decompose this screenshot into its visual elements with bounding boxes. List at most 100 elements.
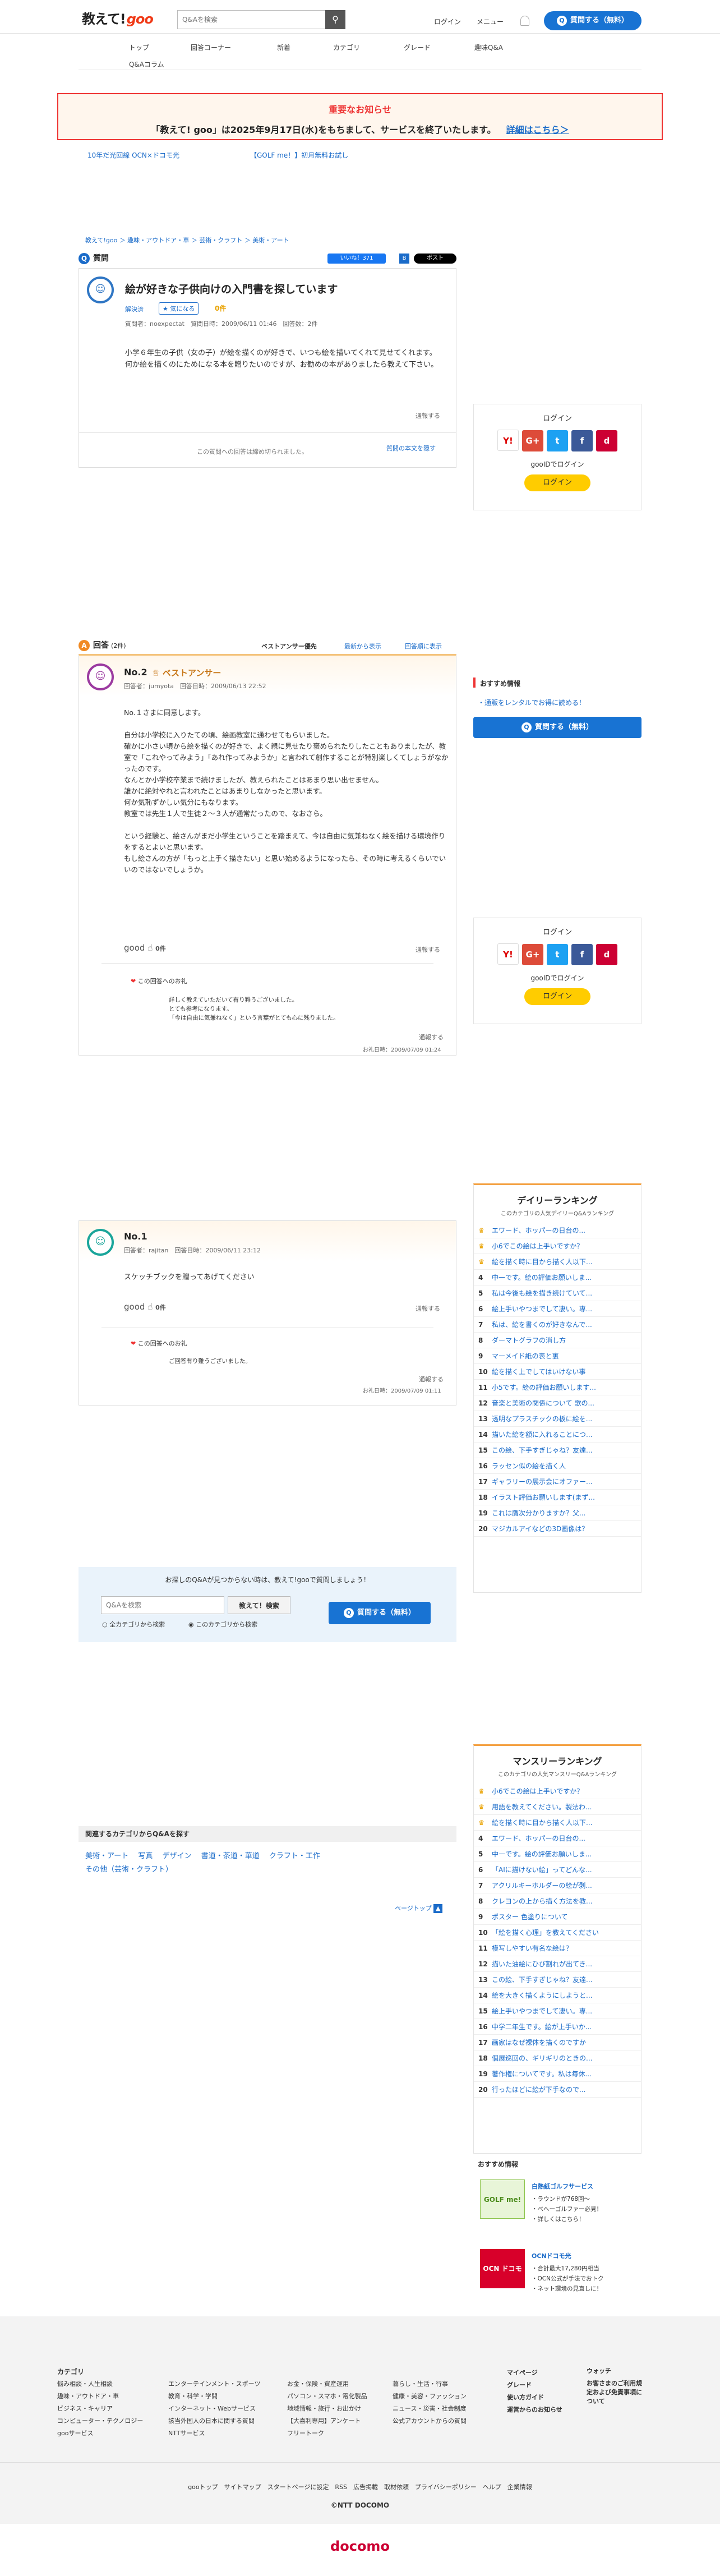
ranking-link[interactable]: 絵上手いやつまでして凄い。専... [492,1305,592,1313]
like-button[interactable]: いいね！371 [327,254,386,264]
ranking-link[interactable]: 絵上手いやつまでして凄い。専... [492,2007,592,2015]
twitter-login-icon[interactable]: t [547,944,568,965]
ranking-link[interactable]: 小5です。絵の評価お願いします... [492,1384,596,1391]
ranking-link[interactable]: 絵を描く上でしてはいけない事 [492,1368,585,1376]
ranking-link[interactable]: この絵、下手すぎじゃね？友達... [492,1976,592,1984]
ranking-item[interactable]: 15 この絵、下手すぎじゃね？友達... [474,1443,641,1458]
ranking-link[interactable]: これは贋次分かりますか？父... [492,1509,585,1517]
ranking-link[interactable]: この絵、下手すぎじゃね？友達... [492,1446,592,1454]
ranking-item[interactable]: 5 私は今後も絵を描き続けていて... [474,1285,641,1301]
ranking-link[interactable]: マーメイド紙の表と裏 [492,1352,559,1360]
ranking-item[interactable]: 14 絵を大きく描くようにしようと... [474,1988,641,2003]
ranking-item[interactable]: 20 行ったほどに絵が下手なので... [474,2082,641,2098]
ranking-link[interactable]: 小6でこの絵は上手いですか？ [492,1787,583,1795]
ranking-link[interactable]: イラスト評価お願いします(まず... [492,1494,595,1501]
yahoo-login-icon[interactable]: Y! [497,943,519,965]
ranking-item[interactable]: 11 模写しやすい有名な絵は？ [474,1941,641,1956]
sort-latest-tab[interactable]: 最新から表示 [344,642,381,651]
header-menu-link[interactable]: メニュー [477,17,504,26]
search-icon[interactable]: ⚲ [325,10,345,29]
docomo-login-icon[interactable]: d [596,944,617,965]
report-link[interactable]: 通報する [419,1033,444,1042]
notice-detail-link[interactable]: 詳細はこちら＞ [506,125,569,135]
related-link[interactable]: 書道・茶道・華道 [201,1852,260,1860]
nav-grade[interactable]: グレード [404,43,431,52]
ranking-item[interactable]: 20 マジカルアイなどの3D画像は？ [474,1521,641,1537]
hide-question-link[interactable]: 質問の本文を隠す [386,444,436,453]
ranking-link[interactable]: 私は今後も絵を描き続けていて... [492,1289,592,1297]
ranking-item[interactable]: 13 透明なプラスチックの板に絵を... [474,1411,641,1427]
good-button[interactable]: good ☝ 0件 [124,943,166,953]
ranking-link[interactable]: 画家はなぜ裸体を描くのですか [492,2039,586,2047]
footer-bottom-links[interactable]: gooトップ サイトマップ スタートページに設定 RSS 広告掲載 取材依頼 プ… [0,2482,720,2491]
ranking-link[interactable]: ポスター 色塗りについて [492,1913,567,1921]
related-link[interactable]: デザイン [163,1852,192,1860]
related-link[interactable]: 写真 [138,1852,153,1860]
ranking-link[interactable]: 模写しやすい有名な絵は？ [492,1944,573,1952]
related-link[interactable]: 美術・アート [85,1852,128,1860]
ranking-link[interactable]: 描いた絵を額に入れることにつ... [492,1431,592,1439]
ranking-link[interactable]: 透明なプラスチックの板に絵を... [492,1415,592,1423]
breadcrumb[interactable]: 教えて!goo ＞ 趣味・アウトドア・車 ＞ 芸術・クラフト ＞ 美術・アート [85,236,289,245]
ranking-link[interactable]: 小6でこの絵は上手いですか？ [492,1242,583,1250]
report-link[interactable]: 通報する [416,945,440,954]
ranking-link[interactable]: ギャラリーの展示会にオファー... [492,1478,592,1486]
prompt-search-input[interactable] [101,1596,224,1614]
ranking-item[interactable]: 7 私は、絵を書くのが好きなんで... [474,1317,641,1333]
ranking-item[interactable]: 10 絵を描く上でしてはいけない事 [474,1364,641,1380]
ranking-item[interactable]: 5 中一です。絵の評価お願いしま... [474,1846,641,1862]
ranking-link[interactable]: 中一です。絵の評価お願いしま... [492,1850,592,1858]
ranking-link[interactable]: クレヨンの上から描く方法を教... [492,1897,592,1905]
site-logo[interactable]: 教えて!goo [82,8,154,27]
facebook-login-icon[interactable]: f [571,430,593,451]
ad-link-golf[interactable]: 【GOLF me！】初月無料お試し [250,150,348,160]
ranking-item[interactable]: ♛ 用語を教えてください。製法わ... [474,1799,641,1815]
ranking-link[interactable]: 「絵を描く心理」を教えてください [492,1929,599,1937]
prompt-search-button[interactable]: 教えて！検索 [228,1596,290,1614]
ranking-item[interactable]: 16 ラッセン似の絵を描く人 [474,1458,641,1474]
report-link[interactable]: 通報する [416,411,440,420]
good-button[interactable]: good ☝ 0件 [124,1302,166,1312]
ranking-item[interactable]: ♛ エワード、ホッパーの日台の... [474,1223,641,1238]
ranking-link[interactable]: エワード、ホッパーの日台の... [492,1835,585,1842]
ranking-link[interactable]: 描いた油絵にひび割れが出てき... [492,1960,592,1968]
ranking-link[interactable]: 個展巡回の、ギリギリのときの... [492,2054,592,2062]
report-link[interactable]: 通報する [419,1375,444,1384]
pagetop-link[interactable]: ページトップ ▲ [395,1904,443,1913]
yahoo-login-icon[interactable]: Y! [497,430,519,451]
ranking-item[interactable]: 14 描いた絵を額に入れることにつ... [474,1427,641,1443]
header-login-link[interactable]: ログイン [434,17,461,26]
docomo-login-icon[interactable]: d [596,430,617,451]
tweet-button[interactable]: ポスト [414,254,456,264]
ranking-link[interactable]: アクリルキーホルダーの絵が剥... [492,1882,592,1890]
ranking-link[interactable]: 絵を描く時に目から描く人以下... [492,1258,592,1266]
google-login-icon[interactable]: G+ [522,430,543,451]
ranking-item[interactable]: 18 イラスト評価お願いします(まず... [474,1490,641,1505]
osusume-ocn-head[interactable]: OCNドコモ光 [532,2251,571,2260]
ranking-item[interactable]: 12 描いた油絵にひび割れが出てき... [474,1956,641,1972]
ranking-item[interactable]: 19 これは贋次分かりますか？父... [474,1505,641,1521]
related-link[interactable]: クラフト・工作 [269,1852,320,1860]
ranking-item[interactable]: 18 個展巡回の、ギリギリのときの... [474,2050,641,2066]
nav-answer-corner[interactable]: 回答コーナー [191,43,231,52]
ranking-link[interactable]: 音楽と美術の関係について 歌の... [492,1399,594,1407]
docomo-logo[interactable]: docomo [0,2538,720,2554]
bookmark-icon[interactable]: B [399,254,409,264]
nav-new[interactable]: 新着 [277,43,290,52]
twitter-login-icon[interactable]: t [547,430,568,451]
ranking-item[interactable]: 11 小5です。絵の評価お願いします... [474,1380,641,1395]
ranking-item[interactable]: 4 中一です。絵の評価お願いしま... [474,1270,641,1285]
golf-banner-image[interactable]: GOLF me! [480,2179,525,2219]
ranking-item[interactable]: ♛ 絵を描く時に目から描く人以下... [474,1815,641,1831]
sort-best-tab[interactable]: ベストアンサー優先 [261,642,317,651]
related-link[interactable]: その他（芸術・クラフト） [85,1865,173,1874]
ranking-link[interactable]: 「AIに描けない絵」ってどんな... [492,1866,592,1874]
ranking-item[interactable]: ♛ 小6でこの絵は上手いですか？ [474,1238,641,1254]
sort-oldest-tab[interactable]: 回答順に表示 [405,642,442,651]
radio-this-category[interactable]: ◉ このカテゴリから検索 [188,1620,257,1629]
sidebar-ask-button[interactable]: Q 質問する（無料） [473,717,641,738]
ranking-link[interactable]: エワード、ホッパーの日台の... [492,1227,585,1234]
ranking-item[interactable]: 9 マーメイド紙の表と裏 [474,1348,641,1364]
ranking-item[interactable]: 17 ギャラリーの展示会にオファー... [474,1474,641,1490]
ranking-item[interactable]: 13 この絵、下手すぎじゃね？友達... [474,1972,641,1988]
